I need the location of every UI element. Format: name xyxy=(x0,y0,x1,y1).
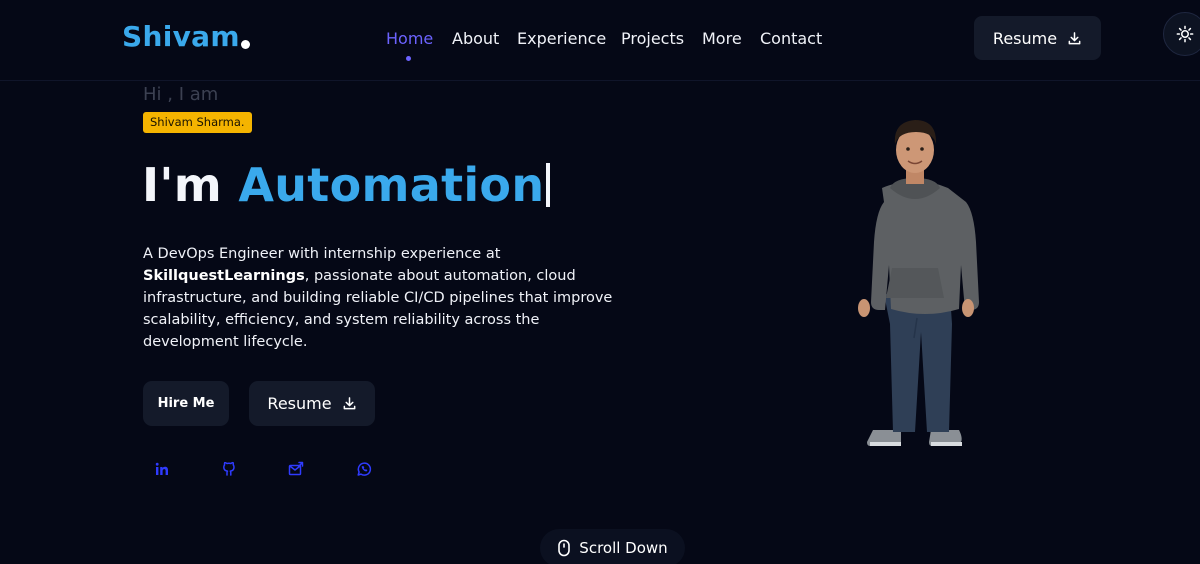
portfolio-page: Shivam Home About Experience Projects Mo… xyxy=(0,0,1200,564)
linkedin-icon[interactable] xyxy=(153,460,171,478)
hero-headline: I'm Automation xyxy=(142,158,551,212)
typed-role: Automation xyxy=(238,158,545,212)
mouse-icon xyxy=(558,539,571,557)
whatsapp-icon[interactable] xyxy=(355,460,373,478)
hire-me-label: Hire Me xyxy=(157,396,215,411)
hero-greeting: Hi , I am xyxy=(143,84,219,105)
email-icon[interactable] xyxy=(287,460,305,478)
nav-link-contact[interactable]: Contact xyxy=(760,29,822,48)
scroll-down-button[interactable]: Scroll Down xyxy=(540,529,685,564)
avatar-illustration xyxy=(858,120,979,446)
hero-description: A DevOps Engineer with internship experi… xyxy=(143,243,618,353)
nav-link-home[interactable]: Home xyxy=(386,29,433,48)
scroll-down-label: Scroll Down xyxy=(579,539,668,557)
nav-resume-button[interactable]: Resume xyxy=(974,16,1101,60)
site-logo[interactable]: Shivam xyxy=(122,20,240,53)
name-badge: Shivam Sharma. xyxy=(143,112,252,133)
nav-link-projects[interactable]: Projects xyxy=(621,29,684,48)
nav-link-experience[interactable]: Experience xyxy=(517,29,606,48)
logo-dot xyxy=(241,40,250,49)
github-icon[interactable] xyxy=(220,460,238,478)
nav-resume-label: Resume xyxy=(992,28,1058,48)
theme-toggle-button[interactable] xyxy=(1163,12,1200,56)
hire-me-button[interactable]: Hire Me xyxy=(143,381,229,426)
nav-link-about[interactable]: About xyxy=(452,29,499,48)
typing-cursor xyxy=(546,163,551,207)
nav-link-more[interactable]: More xyxy=(702,29,742,48)
headline-prefix: I'm xyxy=(142,158,223,212)
navbar: Shivam Home About Experience Projects Mo… xyxy=(0,0,1200,81)
download-icon xyxy=(1068,31,1081,44)
sun-icon xyxy=(1176,25,1194,43)
active-nav-indicator xyxy=(406,56,411,61)
company-name: SkillquestLearnings xyxy=(143,268,305,284)
hero-resume-button[interactable]: Resume xyxy=(249,381,375,426)
download-icon xyxy=(343,397,355,410)
hero-resume-label: Resume xyxy=(267,394,332,413)
description-start: A DevOps Engineer with internship experi… xyxy=(143,246,501,262)
